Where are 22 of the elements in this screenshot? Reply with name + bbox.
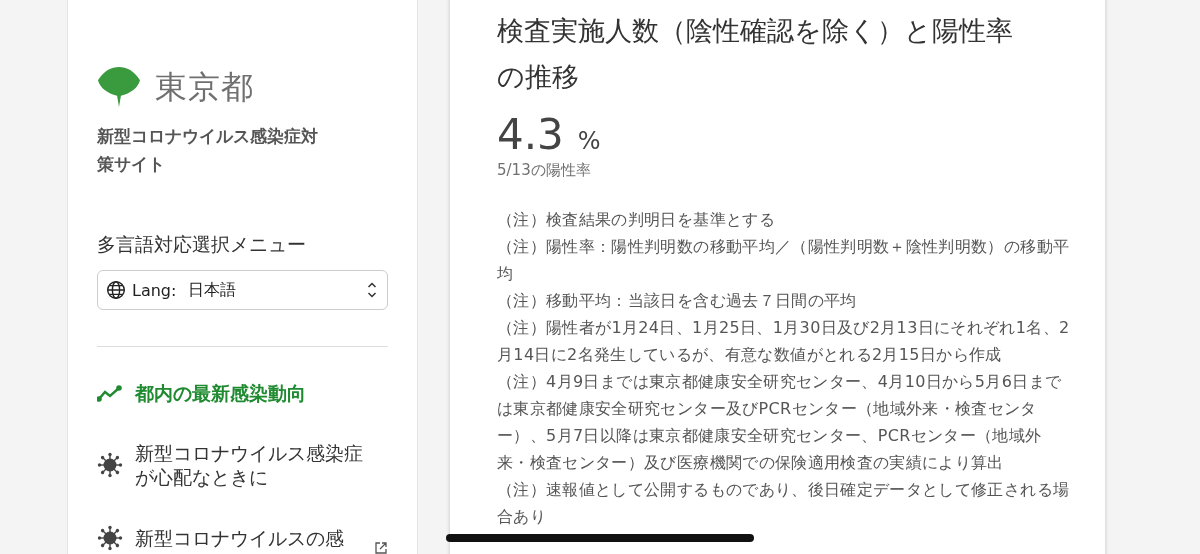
language-menu-label: 多言語対応選択メニュー [97, 232, 307, 257]
unit-label: % [577, 127, 601, 155]
nav-item[interactable]: 都内の最新感染動向 [97, 381, 388, 405]
logo-text: 東京都 [155, 67, 254, 108]
language-select[interactable]: Lang: 日本語 [97, 270, 388, 310]
note-text: （注）陽性者が1月24日、1月25日、1月30日及び2月13日にそれぞれ1名、2月14日に2名発生しているが、有意な数値がとれる2月15日から作成 [497, 317, 1071, 366]
nav-item[interactable]: 新型コロナウイルスの感 [97, 525, 388, 551]
virus-icon [97, 525, 123, 551]
trend-line-icon [97, 384, 123, 402]
globe-icon [106, 280, 126, 300]
nav-item[interactable]: 新型コロナウイルス感染症が心配なときに [97, 441, 388, 489]
chevron-icon [367, 281, 377, 299]
note-text: （注）4月9日までは東京都健康安全研究センター、4月10日から5月6日までは東京都健康安全研究センター及びPCRセンター（地域外来・検査センター）、5月7日以降は東京都健康安全研究センター、PCRセンター（地域外来・検査センター）及び医療機関での保険適用検査の実績により算出 [497, 371, 1063, 474]
note-text: （注）移動平均：当該日を含む過去７日間の平均 [497, 290, 858, 312]
site-title: 新型コロナウイルス感染症対策サイト [97, 125, 319, 176]
note-text: （注）検査結果の判明日を基準とする [497, 209, 776, 231]
note-text: （注）速報値として公開するものであり、後日確定データとして修正される場合あり [497, 479, 1071, 528]
note-text: （注）陽性率：陽性判明数の移動平均／（陽性判明数＋陰性判明数）の移動平均 [497, 236, 1071, 285]
value-caption: 5/13の陽性率 [497, 161, 592, 180]
virus-icon [97, 452, 123, 478]
positive-rate-value: 4.3 [497, 110, 564, 159]
card-title: 検査実施人数（陰性確認を除く）と陽性率の推移 [497, 14, 1014, 94]
